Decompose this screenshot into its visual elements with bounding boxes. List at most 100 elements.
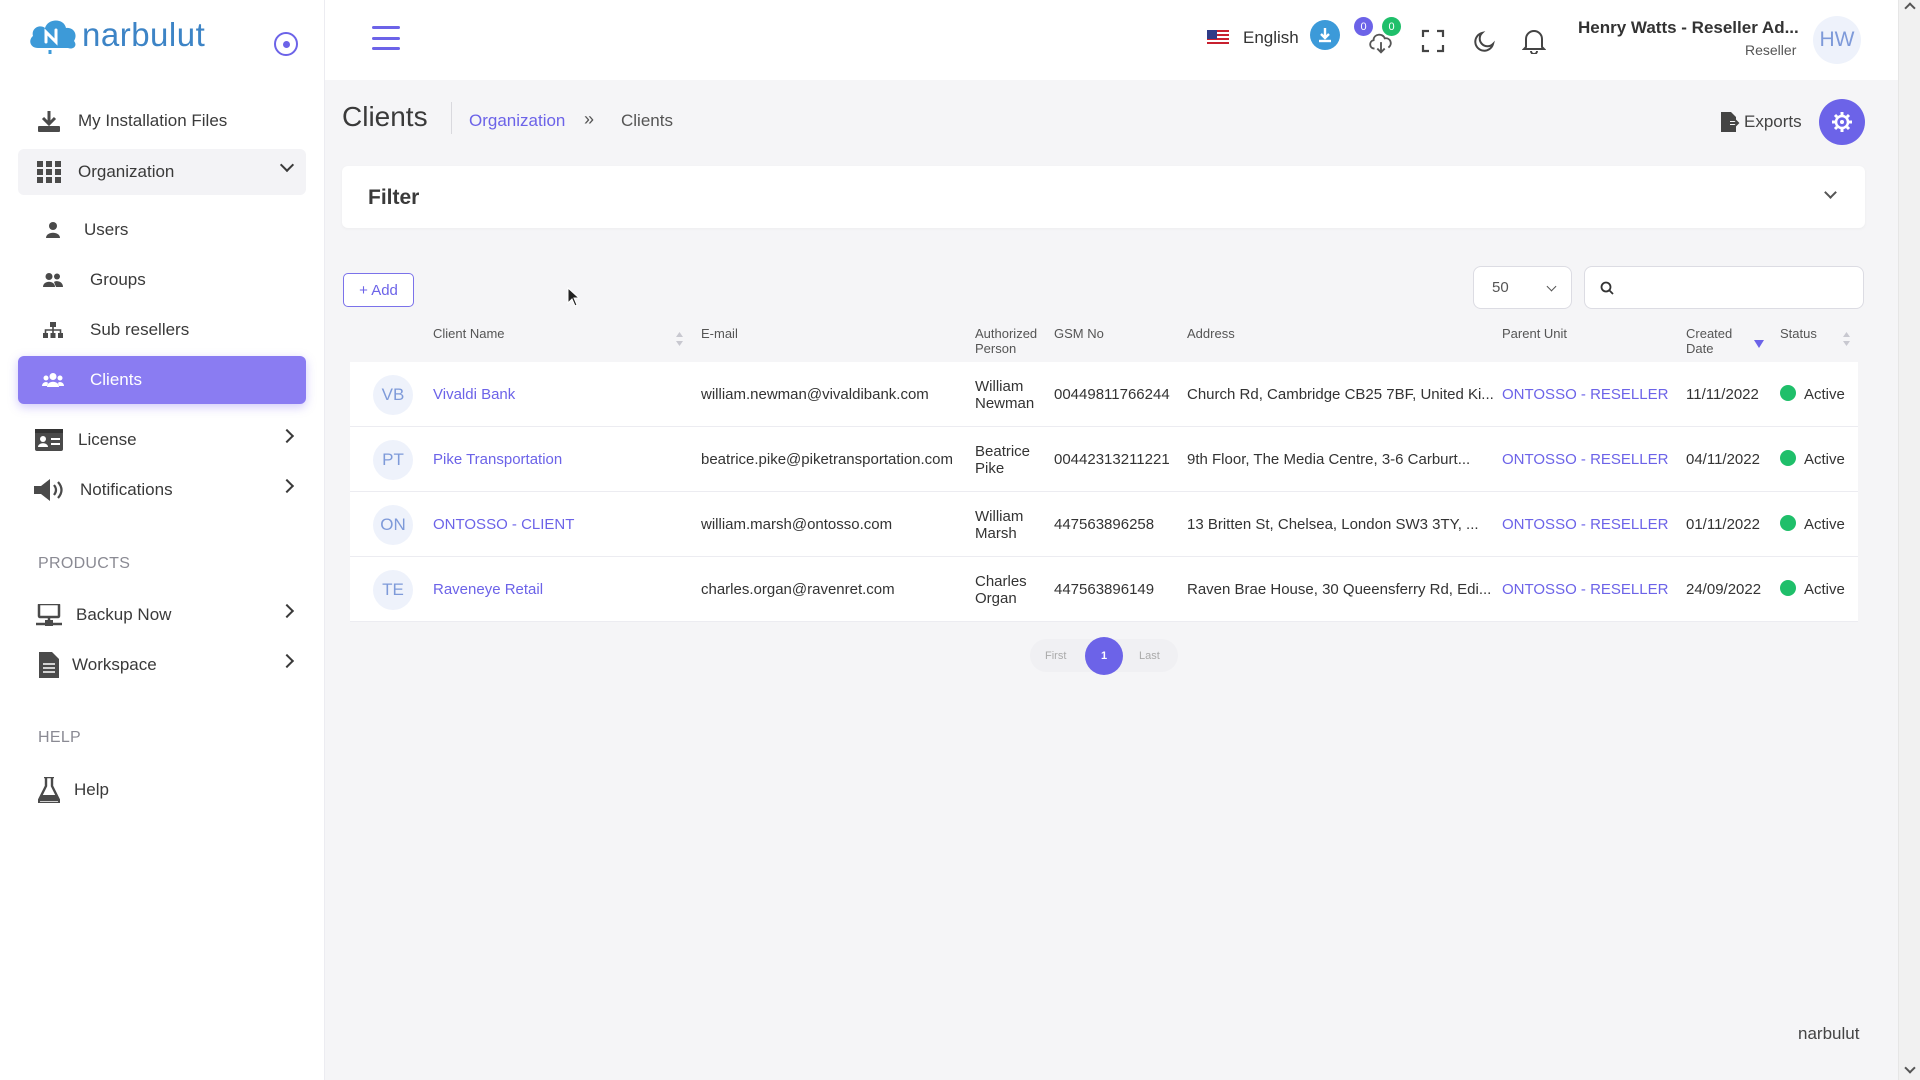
- pagination-first[interactable]: First: [1045, 650, 1066, 662]
- client-created-date: 11/11/2022: [1686, 386, 1759, 403]
- sidebar-item-groups[interactable]: Groups: [18, 256, 306, 304]
- mouse-cursor-icon: [567, 287, 581, 307]
- download-button[interactable]: [1310, 20, 1340, 50]
- sort-icon[interactable]: [1842, 331, 1851, 347]
- sidebar-toggle-icon[interactable]: [274, 32, 298, 56]
- status-dot-icon: [1780, 514, 1796, 531]
- client-address: 13 Britten St, Chelsea, London SW3 3TY, …: [1187, 516, 1479, 533]
- title-divider: [451, 102, 452, 134]
- page-scrollbar[interactable]: [1898, 0, 1920, 1080]
- chevron-right-icon: [279, 478, 295, 494]
- sort-desc-icon[interactable]: [1754, 340, 1764, 348]
- client-gsm: 447563896258: [1054, 516, 1155, 533]
- language-selector[interactable]: English: [1207, 28, 1299, 48]
- column-header-parent-unit[interactable]: Parent Unit: [1502, 326, 1567, 341]
- filter-panel[interactable]: Filter: [342, 166, 1865, 228]
- gear-icon: [1832, 112, 1852, 132]
- column-header-authorized-person[interactable]: Authorized Person: [975, 326, 1045, 356]
- dark-mode-icon[interactable]: [1472, 28, 1498, 54]
- sidebar-item-label: Groups: [90, 270, 146, 289]
- client-person: William Marsh: [975, 507, 1024, 542]
- status-badge: Active: [1780, 492, 1845, 557]
- table-row[interactable]: PT Pike Transportation beatrice.pike@pik…: [350, 427, 1858, 492]
- sidebar-item-label: Organization: [78, 162, 175, 181]
- column-header-email[interactable]: E-mail: [701, 326, 738, 341]
- breadcrumb-organization[interactable]: Organization: [469, 111, 565, 131]
- scroll-up-icon[interactable]: [1904, 2, 1916, 14]
- sort-icon[interactable]: [675, 331, 684, 347]
- client-avatar: ON: [373, 505, 413, 545]
- search-box[interactable]: [1584, 266, 1864, 309]
- table-row[interactable]: ON ONTOSSO - CLIENT william.marsh@ontoss…: [350, 492, 1858, 557]
- bell-icon[interactable]: [1521, 28, 1547, 54]
- pagination-last[interactable]: Last: [1139, 650, 1160, 662]
- sidebar-item-notifications[interactable]: Notifications: [18, 467, 306, 513]
- sidebar-item-workspace[interactable]: Workspace: [18, 642, 306, 688]
- pagination-page-current[interactable]: 1: [1085, 637, 1123, 675]
- sidebar-item-backup-now[interactable]: Backup Now: [18, 592, 306, 638]
- table-row[interactable]: TE Raveneye Retail charles.organ@ravenre…: [350, 557, 1858, 622]
- notification-badge: 0: [1354, 17, 1373, 36]
- table-row[interactable]: VB Vivaldi Bank william.newman@vivaldiba…: [350, 362, 1858, 427]
- scroll-down-icon[interactable]: [1904, 1062, 1916, 1074]
- megaphone-icon: [34, 475, 64, 505]
- client-email: william.marsh@ontosso.com: [701, 516, 893, 533]
- sidebar-item-label: License: [78, 430, 137, 449]
- client-name-link[interactable]: ONTOSSO - CLIENT: [433, 492, 574, 557]
- parent-unit-link[interactable]: ONTOSSO - RESELLER: [1502, 362, 1668, 427]
- user-name[interactable]: Henry Watts - Reseller Ad...: [1578, 18, 1799, 38]
- exports-button[interactable]: Exports: [1720, 112, 1802, 132]
- footer-brand: narbulut: [1798, 1024, 1860, 1043]
- id-card-icon: [34, 425, 64, 455]
- breadcrumb-separator: »: [584, 109, 595, 129]
- status-dot-icon: [1780, 449, 1796, 466]
- parent-unit-link[interactable]: ONTOSSO - RESELLER: [1502, 557, 1668, 622]
- clients-icon: [42, 369, 64, 391]
- sidebar-item-organization[interactable]: Organization: [18, 149, 306, 195]
- parent-unit-link[interactable]: ONTOSSO - RESELLER: [1502, 492, 1668, 557]
- sidebar-item-installation-files[interactable]: My Installation Files: [18, 98, 306, 144]
- sidebar-item-label: My Installation Files: [78, 111, 228, 130]
- sidebar-item-sub-resellers[interactable]: Sub resellers: [18, 306, 306, 354]
- user-icon: [42, 219, 64, 241]
- download-tray-icon: [34, 106, 64, 136]
- settings-button[interactable]: [1819, 99, 1865, 145]
- column-header-address[interactable]: Address: [1187, 326, 1235, 341]
- add-client-button[interactable]: + Add: [343, 273, 414, 307]
- us-flag-icon: [1207, 30, 1229, 46]
- status-badge: Active: [1780, 362, 1845, 427]
- client-avatar: PT: [373, 440, 413, 480]
- section-title-products: PRODUCTS: [38, 555, 131, 572]
- group-icon: [42, 269, 64, 291]
- column-header-status[interactable]: Status: [1780, 326, 1817, 341]
- avatar[interactable]: HW: [1813, 16, 1861, 64]
- brand-name: narbulut: [82, 16, 206, 53]
- client-address: Church Rd, Cambridge CB25 7BF, United Ki…: [1187, 386, 1494, 403]
- client-name-link[interactable]: Pike Transportation: [433, 427, 562, 492]
- status-dot-icon: [1780, 384, 1796, 401]
- client-name-link[interactable]: Raveneye Retail: [433, 557, 543, 622]
- client-name-link[interactable]: Vivaldi Bank: [433, 362, 515, 427]
- fullscreen-icon[interactable]: [1420, 28, 1446, 54]
- table-header: Client Name E-mail Authorized Person GSM…: [350, 322, 1858, 362]
- parent-unit-link[interactable]: ONTOSSO - RESELLER: [1502, 427, 1668, 492]
- sidebar-item-label: Notifications: [80, 480, 173, 499]
- search-input[interactable]: [1625, 275, 1855, 301]
- topbar: English 0 0 Henry Watts - Reseller Ad...…: [325, 0, 1898, 80]
- filter-title: Filter: [368, 186, 420, 209]
- chevron-down-icon[interactable]: [1824, 186, 1837, 199]
- page-size-select[interactable]: 50: [1473, 266, 1572, 309]
- status-label: Active: [1804, 516, 1845, 533]
- status-label: Active: [1804, 451, 1845, 468]
- sidebar-item-license[interactable]: License: [18, 417, 306, 463]
- client-gsm: 00449811766244: [1054, 386, 1170, 403]
- brand-logo[interactable]: narbulut: [26, 14, 205, 56]
- column-header-client-name[interactable]: Client Name: [433, 326, 505, 341]
- sidebar-item-help[interactable]: Help: [18, 767, 306, 813]
- column-header-created-date[interactable]: Created Date: [1686, 326, 1742, 356]
- sidebar-item-clients[interactable]: Clients: [18, 356, 306, 404]
- menu-icon[interactable]: [372, 26, 400, 50]
- sidebar-item-users[interactable]: Users: [18, 206, 306, 254]
- column-header-gsm[interactable]: GSM No: [1054, 326, 1104, 341]
- section-title-help: HELP: [38, 729, 81, 746]
